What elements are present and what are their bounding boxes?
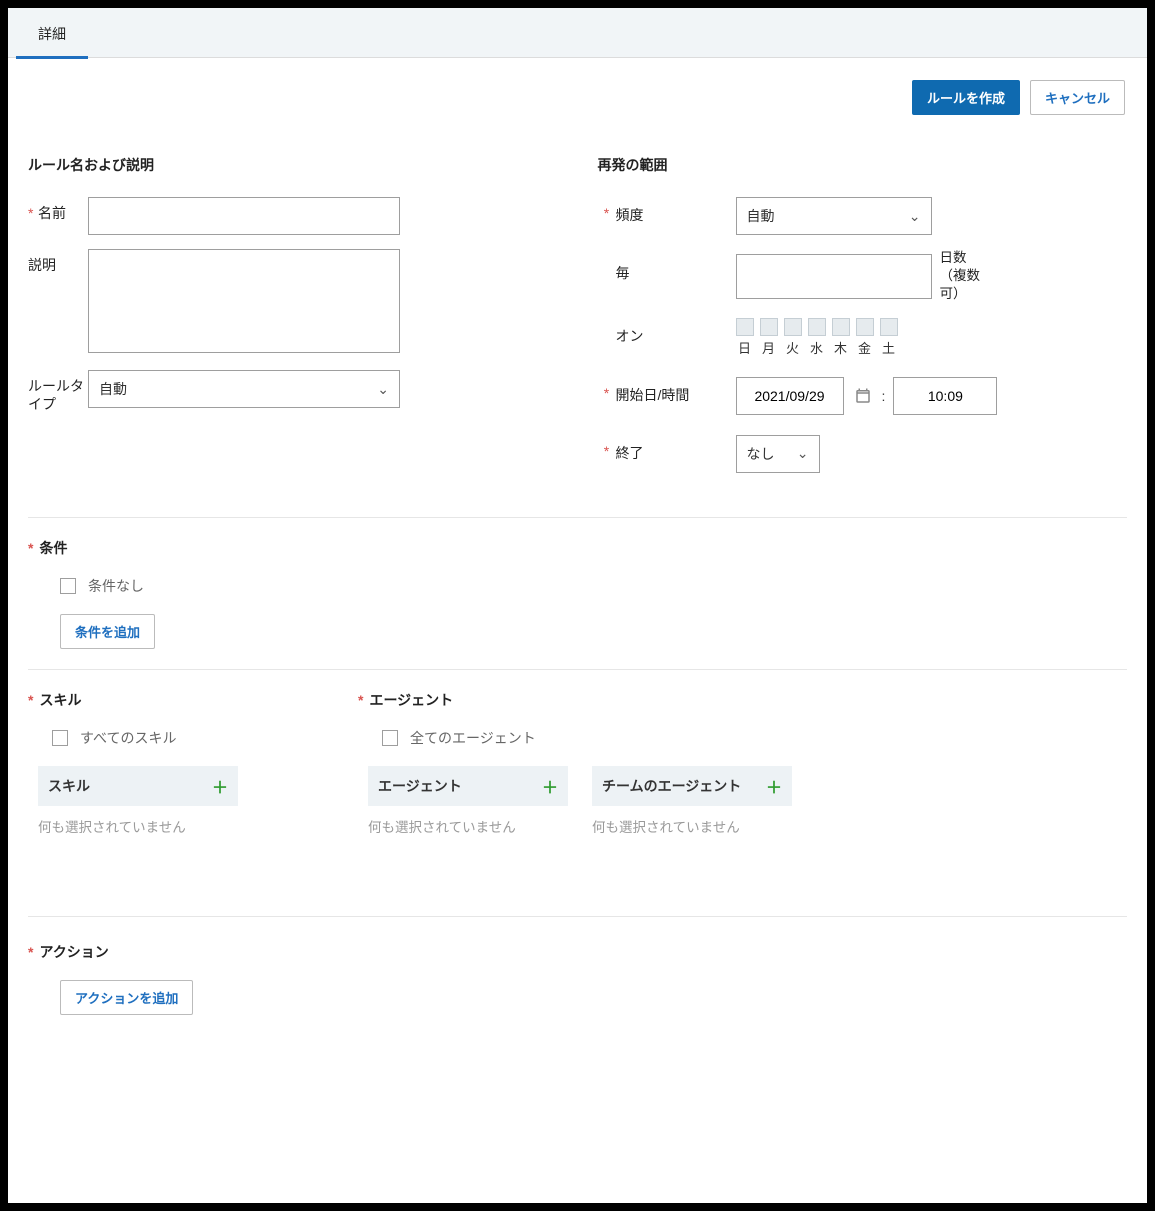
add-agent-icon[interactable]: ＋: [542, 774, 558, 798]
conditions-section: *条件 条件なし 条件を追加: [28, 518, 1127, 670]
day-label-sun: 日: [736, 338, 754, 357]
day-label-fri: 金: [856, 338, 874, 357]
content-area: ルール名および説明 *名前 説明 ルールタイプ: [8, 115, 1147, 1060]
ruletype-label: ルールタイプ: [28, 370, 88, 413]
all-skills-label: すべてのスキル: [80, 728, 176, 748]
end-label: 終了: [616, 435, 736, 463]
time-separator: :: [882, 388, 886, 404]
add-condition-button[interactable]: 条件を追加: [60, 614, 155, 649]
cancel-button[interactable]: キャンセル: [1030, 80, 1125, 115]
start-date-input[interactable]: [736, 377, 844, 415]
tab-detail[interactable]: 詳細: [16, 8, 88, 58]
agents-list-header: エージェント ＋: [368, 766, 568, 806]
rule-name-section-title: ルール名および説明: [28, 155, 558, 175]
day-label-sat: 土: [880, 338, 898, 357]
add-action-button[interactable]: アクションを追加: [60, 980, 193, 1015]
name-label-text: 名前: [38, 205, 66, 221]
team-agents-list-header: チームのエージェント ＋: [592, 766, 792, 806]
day-box-thu[interactable]: [832, 318, 850, 336]
frequency-select[interactable]: 自動 ⌄: [736, 197, 932, 235]
ruletype-select[interactable]: 自動 ⌄: [88, 370, 400, 408]
all-agents-label: 全てのエージェント: [410, 728, 536, 748]
rule-name-section: ルール名および説明 *名前 説明 ルールタイプ: [28, 155, 558, 487]
description-textarea[interactable]: [88, 249, 400, 353]
day-box-sun[interactable]: [736, 318, 754, 336]
every-label: 毎: [616, 249, 736, 283]
day-label-thu: 木: [832, 338, 850, 357]
conditions-title: 条件: [39, 540, 67, 556]
day-labels: 日 月 火 水 木 金 土: [736, 338, 898, 357]
ruletype-value: 自動: [99, 379, 127, 399]
no-conditions-checkbox[interactable]: [60, 578, 76, 594]
chevron-down-icon: ⌄: [797, 445, 809, 462]
skills-title: スキル: [39, 692, 81, 708]
no-conditions-label: 条件なし: [88, 576, 144, 596]
name-label: *名前: [28, 197, 88, 223]
create-rule-button[interactable]: ルールを作成: [912, 80, 1020, 115]
app-window: 詳細 ルールを作成 キャンセル ルール名および説明 *名前 説明: [8, 8, 1147, 1203]
frequency-value: 自動: [747, 206, 775, 226]
agents-list-header-text: エージェント: [378, 776, 462, 796]
day-label-tue: 火: [784, 338, 802, 357]
top-action-bar: ルールを作成 キャンセル: [8, 58, 1147, 115]
ruletype-label-text: ルールタイプ: [28, 378, 84, 412]
add-team-agent-icon[interactable]: ＋: [766, 774, 782, 798]
name-input[interactable]: [88, 197, 400, 235]
end-select[interactable]: なし ⌄: [736, 435, 820, 473]
agents-empty-msg: 何も選択されていません: [368, 816, 568, 836]
day-box-tue[interactable]: [784, 318, 802, 336]
skills-list-header: スキル ＋: [38, 766, 238, 806]
day-boxes: [736, 318, 898, 336]
day-box-wed[interactable]: [808, 318, 826, 336]
all-skills-checkbox[interactable]: [52, 730, 68, 746]
start-label: 開始日/時間: [616, 377, 736, 405]
skills-agents-section: *スキル すべてのスキル スキル ＋ 何も選択されていません *エージェント 全…: [28, 670, 1127, 917]
description-label: 説明: [28, 249, 88, 275]
recurrence-section: 再発の範囲 * 頻度 自動 ⌄ 毎: [598, 155, 1128, 487]
all-agents-checkbox[interactable]: [382, 730, 398, 746]
every-input[interactable]: [736, 254, 932, 299]
actions-title: アクション: [39, 944, 108, 960]
day-label-mon: 月: [760, 338, 778, 357]
day-box-sat[interactable]: [880, 318, 898, 336]
team-agents-list-header-text: チームのエージェント: [602, 776, 741, 796]
start-time-input[interactable]: [893, 377, 997, 415]
add-skill-icon[interactable]: ＋: [212, 774, 228, 798]
actions-section: *アクション アクションを追加: [28, 917, 1127, 1040]
tab-bar: 詳細: [8, 8, 1147, 58]
team-agents-empty-msg: 何も選択されていません: [592, 816, 792, 836]
day-label-wed: 水: [808, 338, 826, 357]
chevron-down-icon: ⌄: [909, 208, 921, 225]
agents-title: エージェント: [369, 692, 453, 708]
frequency-label: 頻度: [616, 197, 736, 225]
skills-list-header-text: スキル: [48, 776, 90, 796]
on-label: オン: [616, 318, 736, 346]
calendar-icon[interactable]: [852, 385, 874, 407]
day-box-mon[interactable]: [760, 318, 778, 336]
day-box-fri[interactable]: [856, 318, 874, 336]
every-suffix: 日数（複数可）: [940, 249, 982, 304]
skills-empty-msg: 何も選択されていません: [38, 816, 308, 836]
chevron-down-icon: ⌄: [377, 381, 389, 398]
description-label-text: 説明: [28, 257, 56, 273]
recurrence-section-title: 再発の範囲: [598, 155, 1128, 175]
end-value: なし: [747, 444, 775, 464]
